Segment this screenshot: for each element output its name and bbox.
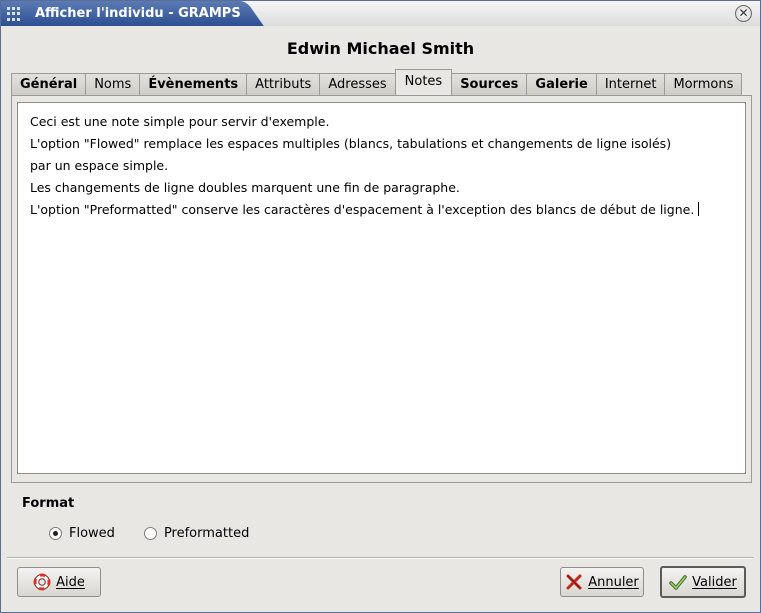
title-bar[interactable]: Afficher l'individu - GRAMPS ✕ xyxy=(1,1,760,26)
format-label: Format xyxy=(22,496,75,511)
ok-button[interactable]: Valider xyxy=(660,566,746,598)
help-button-label: Aide xyxy=(56,574,85,590)
note-line: Les changements de ligne doubles marquen… xyxy=(30,180,460,195)
person-name-heading: Edwin Michael Smith xyxy=(286,39,475,58)
button-separator xyxy=(7,557,754,559)
radio-preformatted[interactable]: Preformatted xyxy=(143,526,249,541)
note-text-area[interactable]: Ceci est une note simple pour servir d'e… xyxy=(17,102,746,474)
tab-internet[interactable]: Internet xyxy=(595,73,666,95)
note-line: par un espace simple. xyxy=(30,158,169,173)
tab-notes[interactable]: Notes xyxy=(394,69,453,95)
note-line: L'option "Flowed" remplace les espaces m… xyxy=(30,136,672,151)
radio-flowed[interactable]: Flowed xyxy=(49,526,115,541)
radio-preformatted-indicator[interactable] xyxy=(143,527,157,540)
help-button[interactable]: Aide xyxy=(17,567,101,597)
tab-adresses[interactable]: Adresses xyxy=(319,73,396,95)
close-icon[interactable]: ✕ xyxy=(735,5,752,22)
tab-attributs[interactable]: Attributs xyxy=(246,73,321,95)
tab-evenements[interactable]: Évènements xyxy=(139,73,248,95)
cancel-button[interactable]: Annuler xyxy=(560,567,644,597)
tab-mormons[interactable]: Mormons xyxy=(664,73,743,95)
red-x-icon xyxy=(565,573,583,591)
note-line-text: L'option "Preformatted" conserve les car… xyxy=(30,202,695,217)
lifebuoy-icon xyxy=(33,573,51,591)
radio-flowed-label[interactable]: Flowed xyxy=(69,526,115,541)
checkmark-icon xyxy=(669,573,687,591)
dialog-window: Afficher l'individu - GRAMPS ✕ Edwin Mic… xyxy=(0,0,761,613)
format-radio-group: Flowed Preformatted xyxy=(49,526,249,541)
note-last-line: L'option "Preformatted" conserve les car… xyxy=(30,199,733,221)
gramps-window-icon[interactable] xyxy=(7,7,21,21)
note-line: Ceci est une note simple pour servir d'e… xyxy=(30,114,330,129)
cancel-button-label: Annuler xyxy=(588,574,639,590)
text-caret xyxy=(698,202,700,216)
radio-selected-dot xyxy=(53,531,58,536)
tab-sources[interactable]: Sources xyxy=(451,73,528,95)
window-title: Afficher l'individu - GRAMPS xyxy=(35,6,241,21)
radio-flowed-indicator[interactable] xyxy=(49,527,62,540)
tab-general[interactable]: Général xyxy=(11,73,87,95)
ok-button-label: Valider xyxy=(692,574,737,590)
tab-noms[interactable]: Noms xyxy=(85,73,141,95)
radio-preformatted-label[interactable]: Preformatted xyxy=(164,526,249,541)
notes-panel: Ceci est une note simple pour servir d'e… xyxy=(11,95,752,483)
tab-galerie[interactable]: Galerie xyxy=(526,73,597,95)
tab-bar: Général Noms Évènements Attributs Adress… xyxy=(11,69,743,95)
